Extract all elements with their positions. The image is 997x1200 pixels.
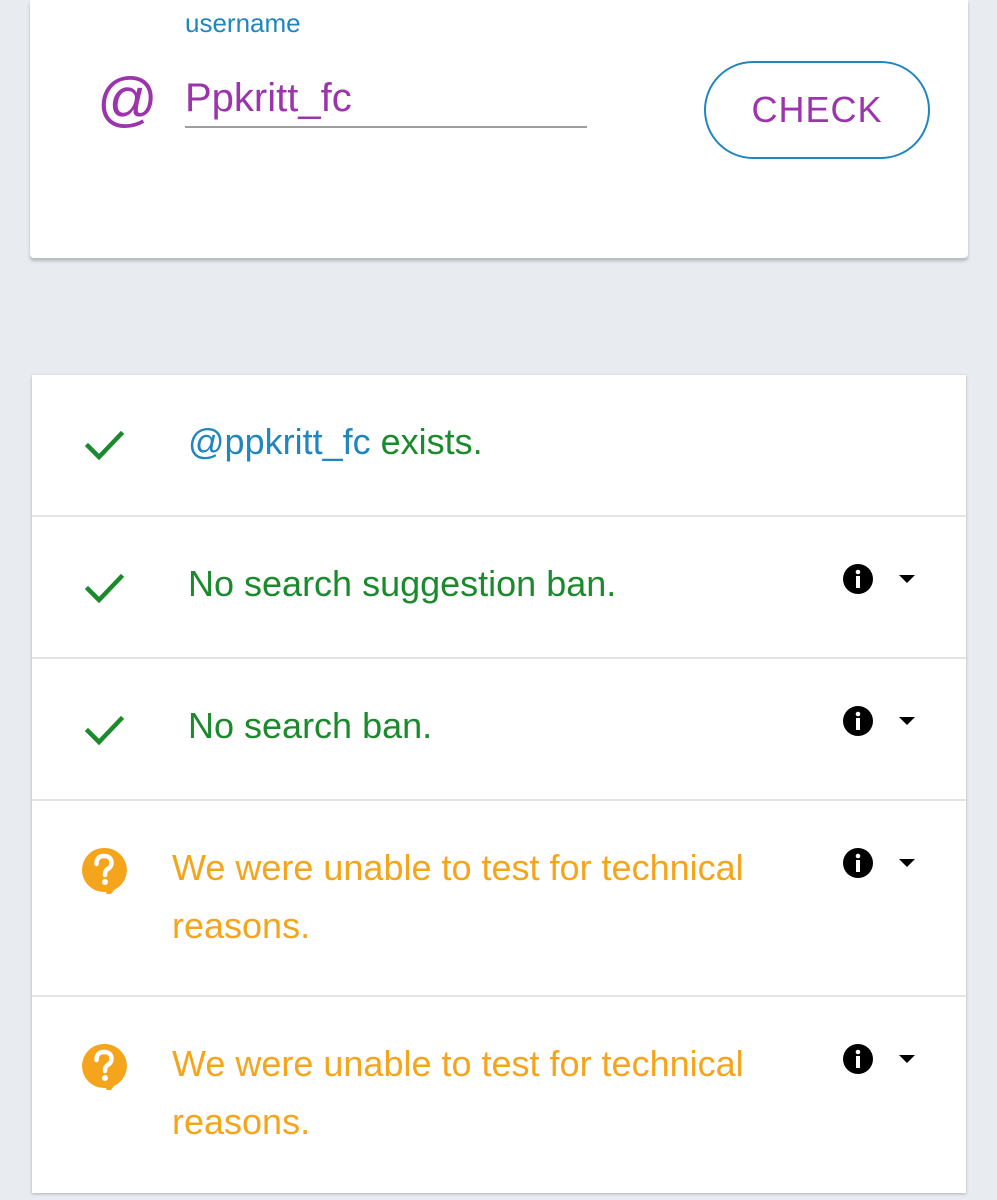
username-search-card: username @ CHECK [30,0,968,258]
exists-label: exists. [370,421,483,462]
result-text-test-3: We were unable to test for technical rea… [172,847,744,946]
check-icon [84,715,125,746]
dropdown-arrow-icon[interactable] [898,858,916,868]
username-label: username [185,8,301,38]
result-text-suggestion-ban: No search suggestion ban. [188,563,617,604]
result-text-test-4: We were unable to test for technical rea… [172,1043,744,1142]
result-text-search-ban: No search ban. [188,705,433,746]
results-card: @ppkritt_fc exists. No search suggestion… [32,375,966,1193]
dropdown-arrow-icon[interactable] [898,1054,916,1064]
info-icon[interactable] [842,563,874,595]
question-icon [82,1043,127,1090]
check-icon [84,573,125,604]
question-icon [82,847,127,894]
check-button[interactable]: CHECK [704,61,930,159]
check-icon [84,430,125,461]
result-row-suggestion-ban: No search suggestion ban. [32,517,966,659]
result-row-test-3: We were unable to test for technical rea… [32,801,966,997]
info-icon[interactable] [842,1043,874,1075]
result-text-exists: @ppkritt_fc exists. [188,413,828,471]
dropdown-arrow-icon[interactable] [898,574,916,584]
result-row-search-ban: No search ban. [32,659,966,801]
result-row-exists: @ppkritt_fc exists. [32,375,966,517]
username-input[interactable] [185,70,587,128]
info-icon[interactable] [842,847,874,879]
info-icon[interactable] [842,705,874,737]
dropdown-arrow-icon[interactable] [898,716,916,726]
at-icon: @ [96,66,157,133]
result-row-test-4: We were unable to test for technical rea… [32,997,966,1193]
username-handle: @ppkritt_fc [188,421,371,462]
